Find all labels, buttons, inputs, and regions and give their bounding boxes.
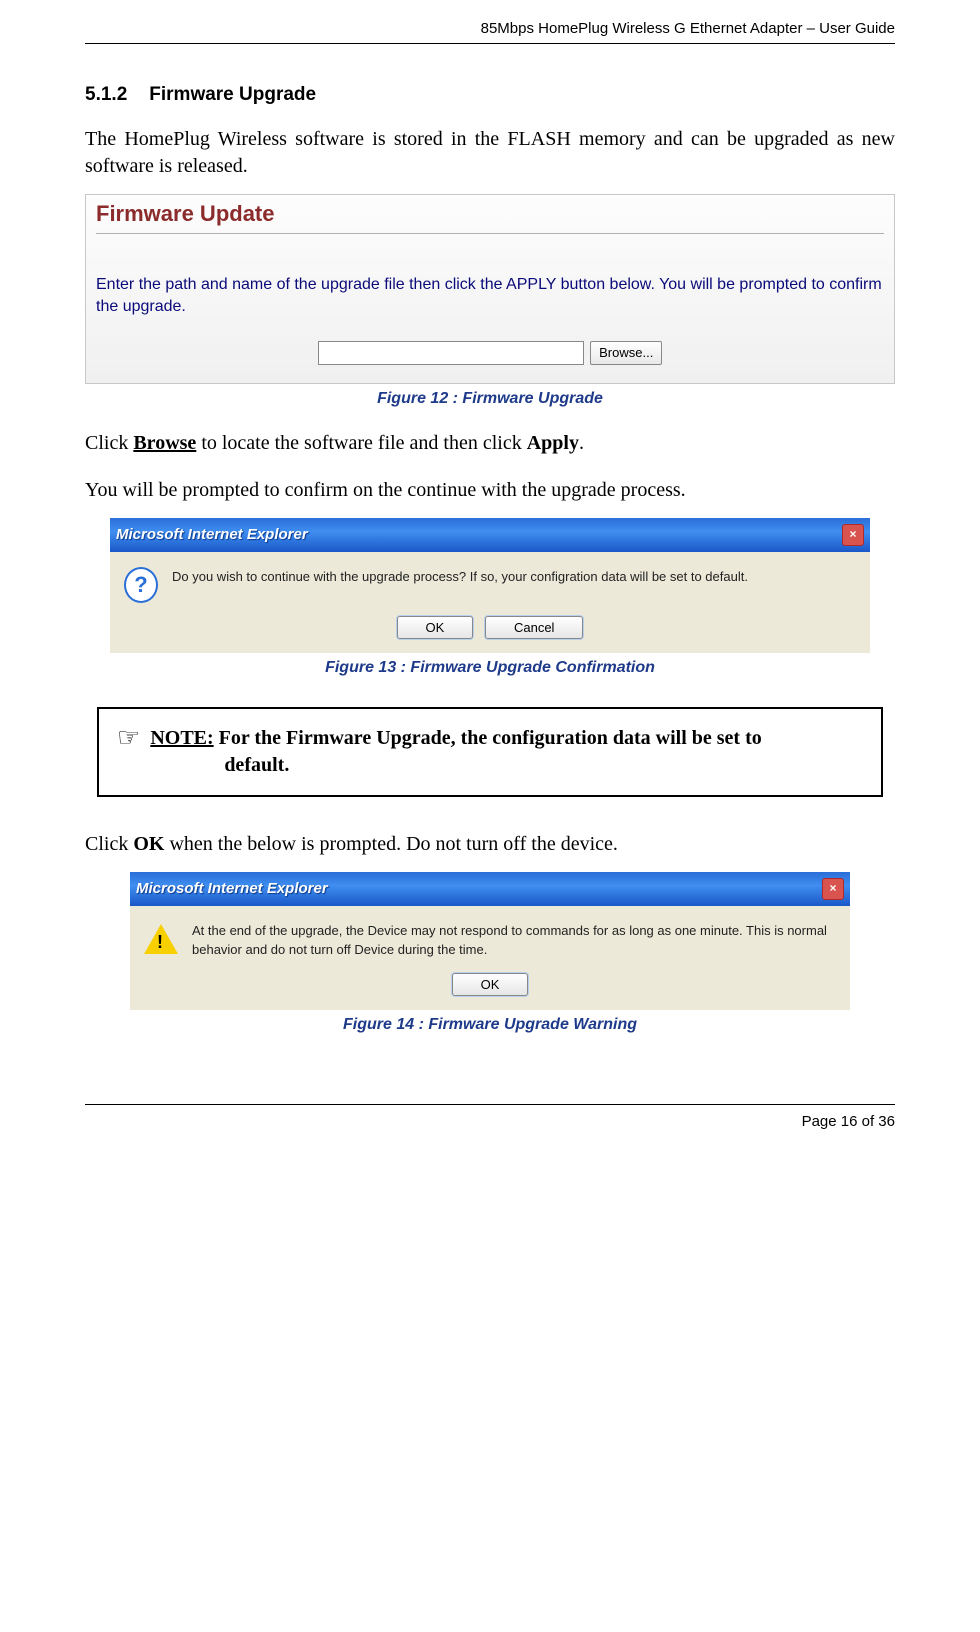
confirmation-dialog: Microsoft Internet Explorer × ? Do you w…	[110, 518, 870, 653]
dialog-titlebar: Microsoft Internet Explorer ×	[130, 872, 850, 906]
firmware-panel-divider	[96, 233, 884, 234]
cancel-button[interactable]: Cancel	[485, 616, 583, 639]
note-text-line2: default.	[150, 752, 761, 779]
ok-button[interactable]: OK	[452, 973, 529, 996]
click-browse-paragraph: Click Browse to locate the software file…	[85, 430, 895, 457]
firmware-panel-title: Firmware Update	[96, 201, 884, 227]
figure-14-caption: Figure 14 : Firmware Upgrade Warning	[85, 1016, 895, 1034]
note-label: NOTE:	[150, 727, 213, 749]
dialog-button-row: OK Cancel	[110, 616, 870, 653]
apply-word: Apply	[527, 432, 579, 454]
page-header-title: 85Mbps HomePlug Wireless G Ethernet Adap…	[85, 20, 895, 37]
warning-icon	[144, 922, 178, 956]
page-number: Page 16 of 36	[85, 1113, 895, 1130]
warning-dialog: Microsoft Internet Explorer × At the end…	[130, 872, 850, 1011]
ok-word: OK	[133, 833, 164, 855]
intro-paragraph: The HomePlug Wireless software is stored…	[85, 126, 895, 180]
dialog-button-row: OK	[130, 973, 850, 1010]
note-content: NOTE: For the Firmware Upgrade, the conf…	[150, 725, 761, 779]
note-text-line1: For the Firmware Upgrade, the configurat…	[214, 727, 762, 749]
dialog-message: Do you wish to continue with the upgrade…	[172, 568, 856, 587]
click-ok-paragraph: Click OK when the below is prompted. Do …	[85, 831, 895, 858]
question-icon: ?	[124, 568, 158, 602]
browse-word: Browse	[133, 432, 196, 454]
close-icon[interactable]: ×	[822, 878, 844, 900]
note-box: ☞ NOTE: For the Firmware Upgrade, the co…	[97, 707, 883, 797]
footer-divider	[85, 1104, 895, 1105]
figure-13-caption: Figure 13 : Firmware Upgrade Confirmatio…	[85, 659, 895, 677]
ok-button[interactable]: OK	[397, 616, 474, 639]
close-icon[interactable]: ×	[842, 524, 864, 546]
text-fragment: Click	[85, 432, 133, 454]
firmware-update-panel: Firmware Update Enter the path and name …	[85, 194, 895, 384]
firmware-panel-description: Enter the path and name of the upgrade f…	[96, 274, 884, 319]
dialog-title: Microsoft Internet Explorer	[136, 880, 822, 897]
firmware-file-row: Browse...	[96, 341, 884, 365]
figure-12-caption: Figure 12 : Firmware Upgrade	[85, 390, 895, 408]
text-fragment: .	[579, 432, 584, 454]
section-number: 5.1.2	[85, 84, 127, 106]
browse-button[interactable]: Browse...	[590, 341, 662, 365]
section-title: Firmware Upgrade	[149, 84, 316, 105]
section-heading: 5.1.2 Firmware Upgrade	[85, 84, 895, 106]
pointing-hand-icon: ☞	[117, 725, 140, 779]
text-fragment: to locate the software file and then cli…	[196, 432, 526, 454]
dialog-title: Microsoft Internet Explorer	[116, 526, 842, 543]
prompt-confirm-paragraph: You will be prompted to confirm on the c…	[85, 477, 895, 504]
header-divider	[85, 43, 895, 44]
firmware-file-input[interactable]	[318, 341, 584, 365]
text-fragment: when the below is prompted. Do not turn …	[164, 833, 617, 855]
dialog-titlebar: Microsoft Internet Explorer ×	[110, 518, 870, 552]
dialog-message: At the end of the upgrade, the Device ma…	[192, 922, 836, 960]
text-fragment: Click	[85, 833, 133, 855]
